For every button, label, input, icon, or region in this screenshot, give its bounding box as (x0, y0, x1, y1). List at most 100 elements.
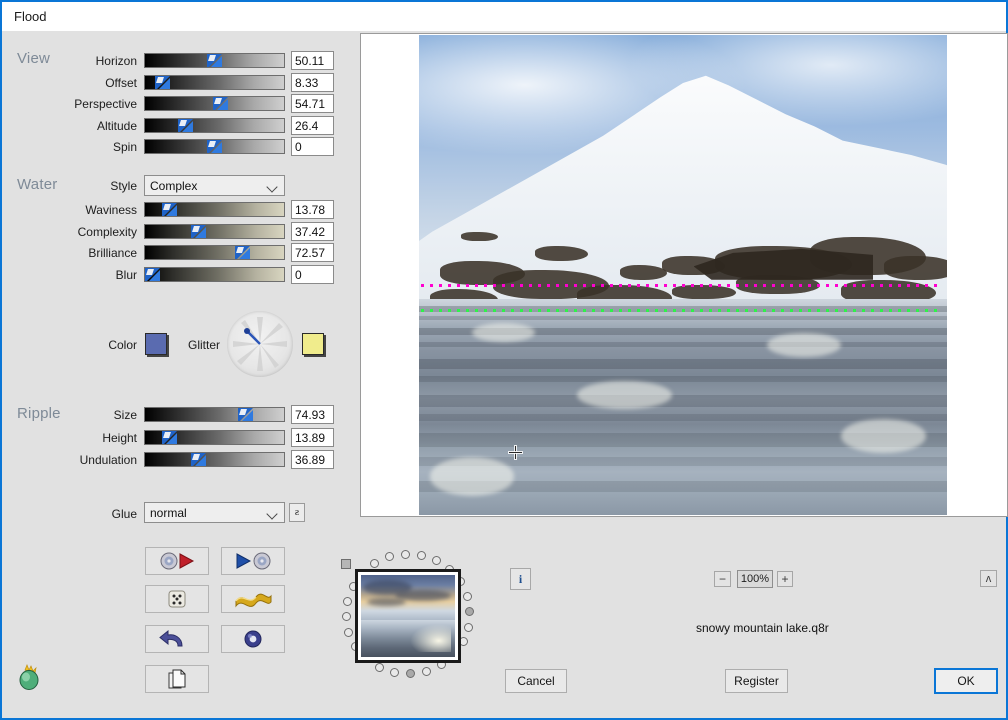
info-button[interactable]: i (510, 568, 531, 590)
preset-dot[interactable] (422, 667, 431, 676)
preset-dot[interactable] (432, 556, 441, 565)
guide-dot (655, 284, 658, 287)
randomize-button[interactable] (145, 585, 209, 613)
value-undulation[interactable]: 36.89 (291, 450, 334, 469)
preset-dot[interactable] (390, 668, 399, 677)
slider-thumb[interactable] (207, 140, 222, 154)
zoom-in-button[interactable]: + (777, 571, 793, 587)
horizon-guide-magenta[interactable] (419, 284, 947, 287)
slider-undulation[interactable] (144, 452, 285, 467)
guide-dot (538, 309, 541, 312)
preset-dot[interactable] (370, 559, 379, 568)
guide-dot (583, 284, 586, 287)
slider-track (145, 453, 284, 466)
water-style-select[interactable]: Complex (144, 175, 285, 196)
preset-dot[interactable] (344, 628, 353, 637)
ribbon-button[interactable] (221, 585, 285, 613)
slider-thumb[interactable] (207, 54, 222, 68)
slider-thumb[interactable] (145, 268, 160, 282)
preview-image[interactable] (419, 35, 947, 515)
cancel-button[interactable]: Cancel (505, 669, 567, 693)
label-style: Style (2, 179, 137, 193)
guide-dot (799, 309, 802, 312)
preset-dot[interactable] (375, 663, 384, 672)
slider-thumb[interactable] (162, 431, 177, 445)
slider-spin[interactable] (144, 139, 285, 154)
preset-dot[interactable] (465, 607, 474, 616)
slider-thumb[interactable] (162, 203, 177, 217)
value-complexity[interactable]: 37.42 (291, 222, 334, 241)
preset-dot[interactable] (342, 612, 351, 621)
value-spin[interactable]: 0 (291, 137, 334, 156)
preset-dot[interactable] (417, 551, 426, 560)
guide-dot (925, 284, 928, 287)
preset-dot[interactable] (343, 597, 352, 606)
register-button[interactable]: Register (725, 669, 788, 693)
guide-dot (610, 284, 613, 287)
slider-offset[interactable] (144, 75, 285, 90)
slider-blur[interactable] (144, 267, 285, 282)
preset-dot[interactable] (464, 623, 473, 632)
slider-brilliance[interactable] (144, 245, 285, 260)
preset-dot[interactable] (463, 592, 472, 601)
slider-thumb[interactable] (235, 246, 250, 260)
guide-dot (790, 284, 793, 287)
slider-thumb[interactable] (155, 76, 170, 90)
undo-button[interactable] (145, 625, 209, 653)
window-title: Flood (14, 9, 47, 24)
slider-complexity[interactable] (144, 224, 285, 239)
guide-dot (457, 284, 460, 287)
chevron-down-icon (268, 182, 277, 191)
slider-waviness[interactable] (144, 202, 285, 217)
value-brilliance[interactable]: 72.57 (291, 243, 334, 262)
slider-height[interactable] (144, 430, 285, 445)
guide-dot (655, 309, 658, 312)
guide-dot (754, 309, 757, 312)
slider-perspective[interactable] (144, 96, 285, 111)
value-altitude[interactable]: 26.4 (291, 116, 334, 135)
crosshair-cursor (509, 446, 522, 459)
glitter-color-swatch[interactable] (302, 333, 324, 355)
value-height[interactable]: 13.89 (291, 428, 334, 447)
zoom-out-button[interactable]: − (714, 571, 731, 587)
slider-horizon[interactable] (144, 53, 285, 68)
slider-thumb[interactable] (213, 97, 228, 111)
guide-dot (646, 309, 649, 312)
glitter-direction-dial[interactable] (227, 311, 293, 377)
waterline-guide-green[interactable] (419, 309, 947, 312)
slider-thumb[interactable] (178, 119, 193, 133)
save-settings-button[interactable] (221, 547, 285, 575)
rock-patch (535, 246, 588, 260)
value-size[interactable]: 74.93 (291, 405, 334, 424)
disc-red-arrow-icon (156, 550, 198, 572)
preset-dot[interactable] (401, 550, 410, 559)
preset-dot[interactable] (406, 669, 415, 678)
guide-dot (709, 309, 712, 312)
guide-dot (574, 309, 577, 312)
value-blur[interactable]: 0 (291, 265, 334, 284)
value-waviness[interactable]: 13.78 (291, 200, 334, 219)
glue-mode-select[interactable]: normal (144, 502, 285, 523)
preset-carousel[interactable] (332, 552, 492, 702)
value-horizon[interactable]: 50.11 (291, 51, 334, 70)
flaming-pear-logo-icon (15, 663, 45, 693)
guide-dot (484, 284, 487, 287)
slider-altitude[interactable] (144, 118, 285, 133)
slider-thumb[interactable] (238, 408, 253, 422)
value-perspective[interactable]: 54.71 (291, 94, 334, 113)
preset-thumbnail-frame[interactable] (355, 569, 461, 663)
ok-button[interactable]: OK (934, 668, 998, 694)
copy-button[interactable] (145, 665, 209, 693)
glue-reset-button[interactable]: ƨ (289, 503, 305, 522)
water-color-swatch[interactable] (145, 333, 167, 355)
slider-thumb[interactable] (191, 453, 206, 467)
load-settings-button[interactable] (145, 547, 209, 575)
collapse-panel-button[interactable]: ʌ (980, 570, 997, 587)
slider-thumb[interactable] (191, 225, 206, 239)
reset-button[interactable] (221, 625, 285, 653)
dial-handle[interactable] (244, 328, 250, 334)
preset-marker-square[interactable] (341, 559, 351, 569)
value-offset[interactable]: 8.33 (291, 73, 334, 92)
slider-size[interactable] (144, 407, 285, 422)
preset-dot[interactable] (385, 552, 394, 561)
